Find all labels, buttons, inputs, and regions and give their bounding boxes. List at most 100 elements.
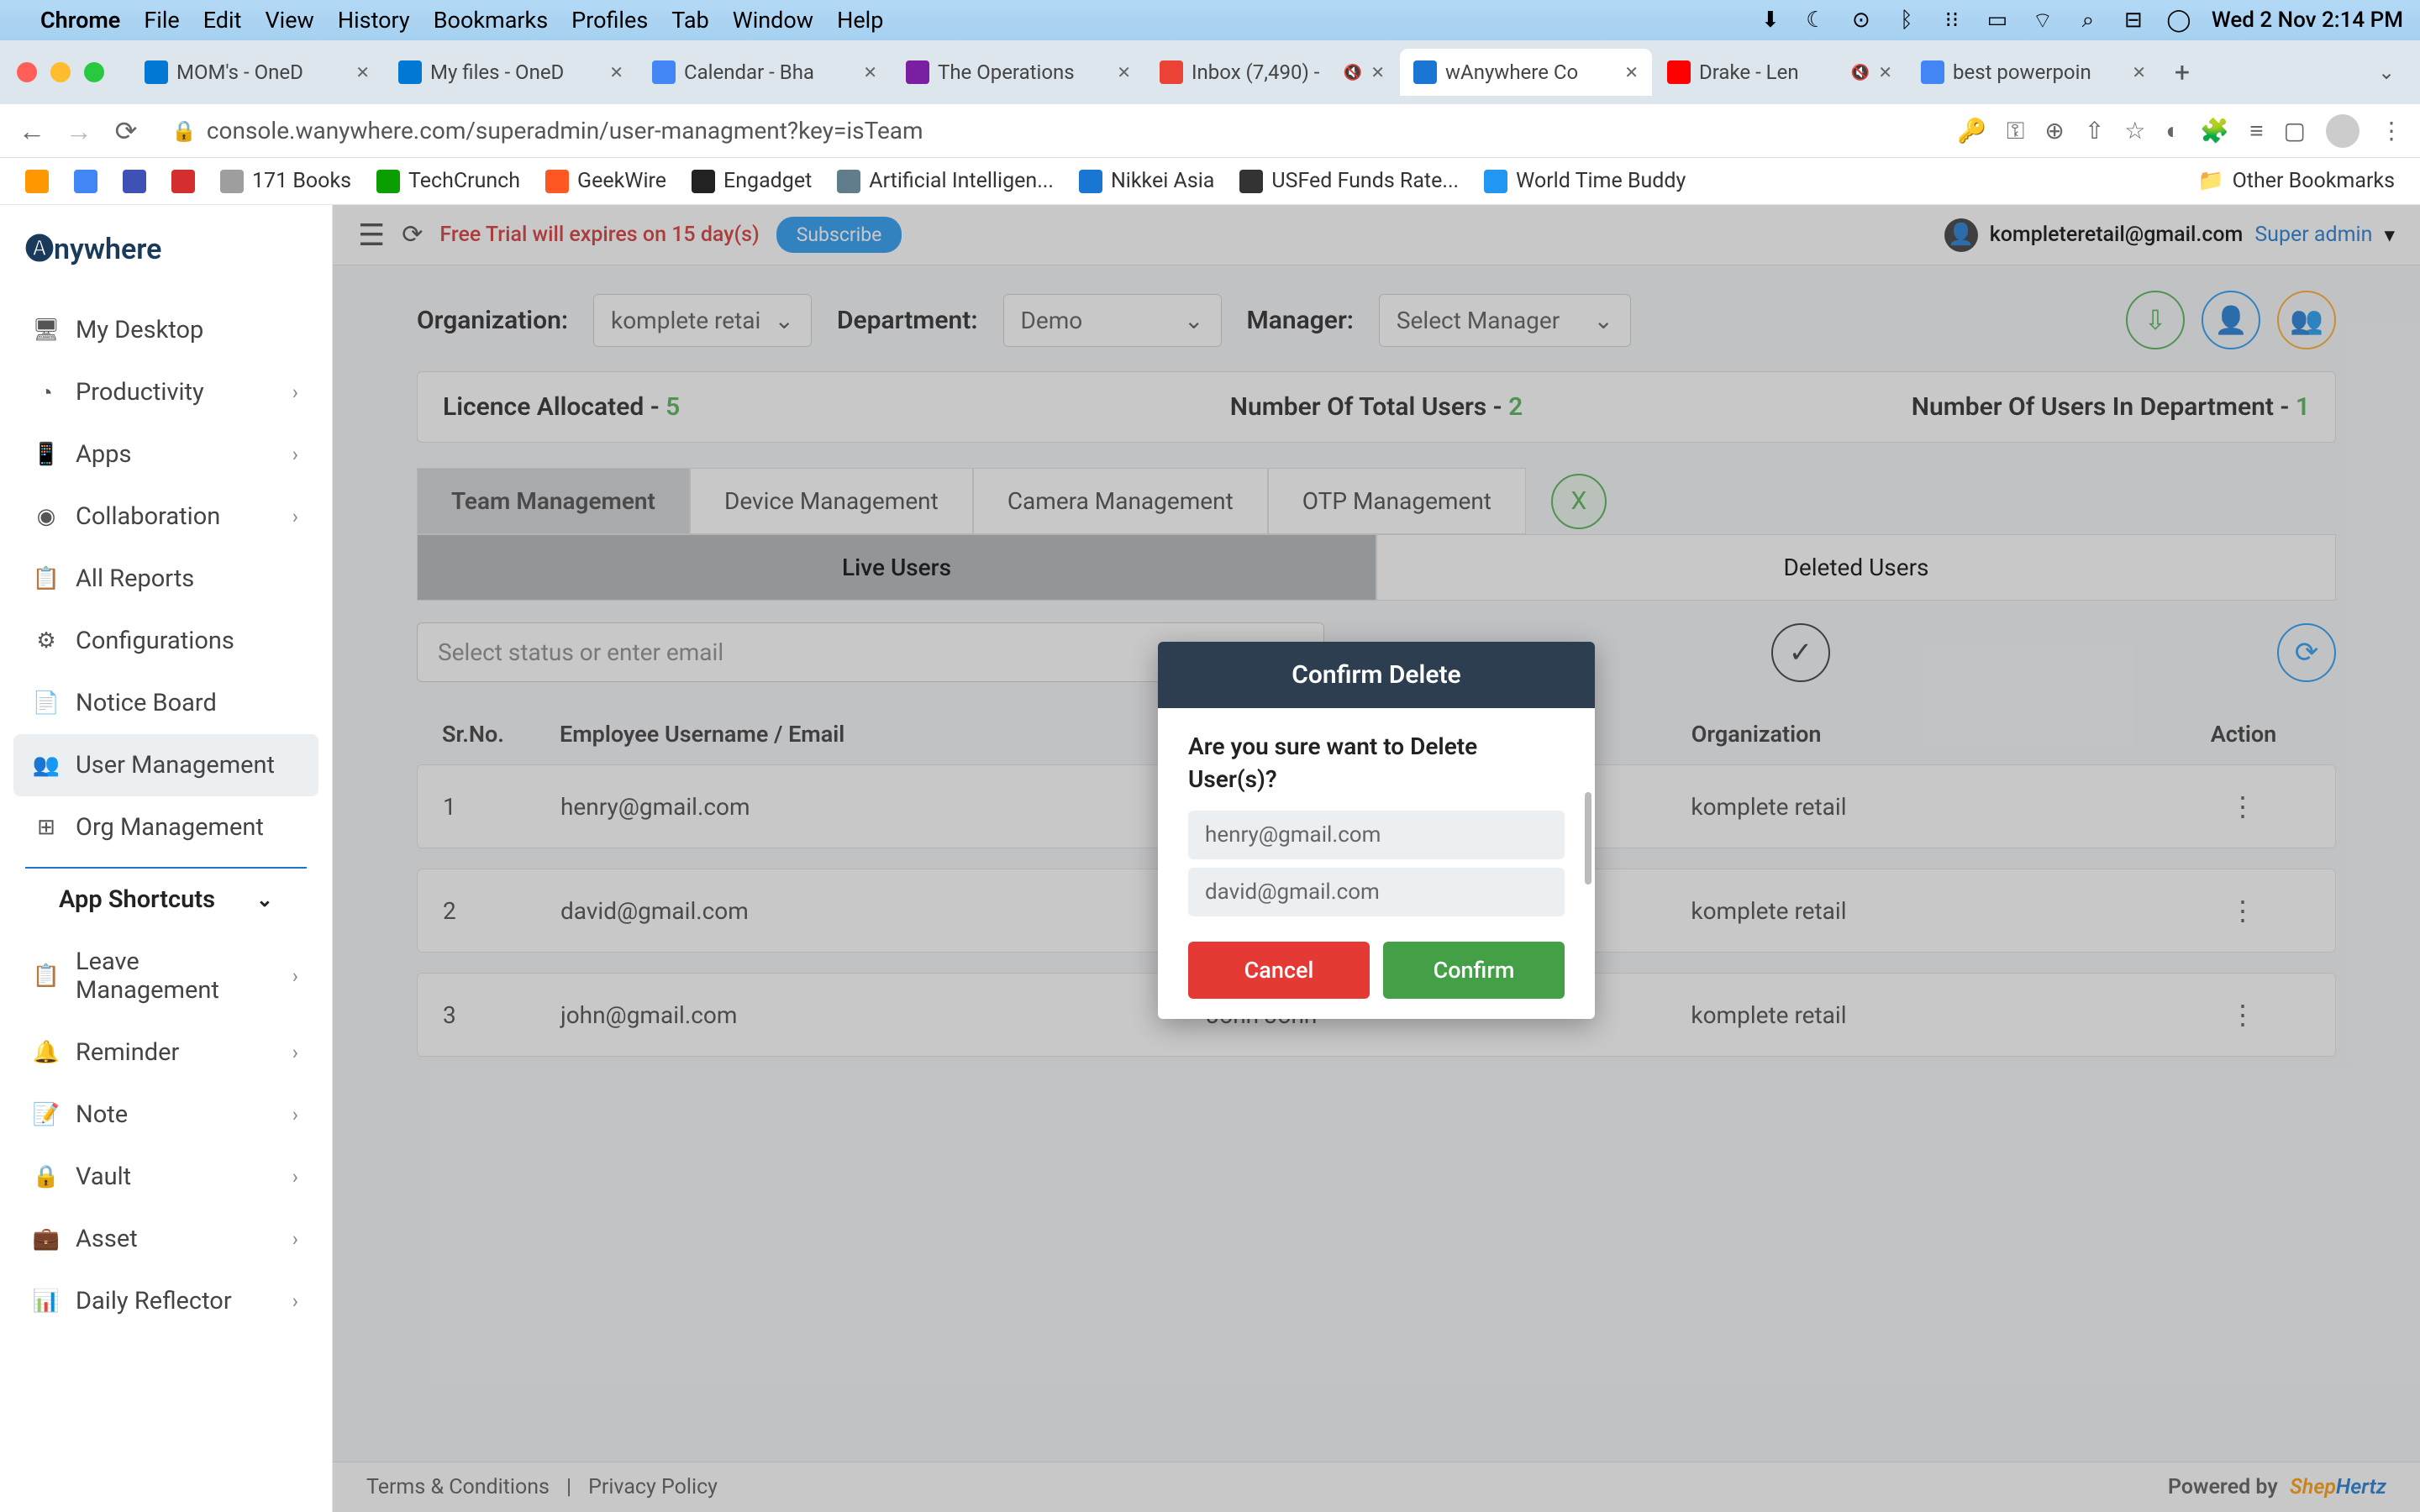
- tab-close-icon[interactable]: ✕: [1370, 62, 1385, 82]
- chrome-menu-icon[interactable]: ⋮: [2380, 117, 2403, 144]
- note-icon: 📝: [34, 1102, 59, 1127]
- new-tab-button[interactable]: +: [2161, 56, 2203, 88]
- sidebar-section-app-shortcuts[interactable]: App Shortcuts⌄: [25, 867, 307, 931]
- bookmark-item[interactable]: Nikkei Asia: [1079, 169, 1214, 193]
- bookmark-favicon-icon: [123, 170, 146, 193]
- menu-tab[interactable]: Tab: [671, 7, 708, 34]
- sidebar-item-reminder[interactable]: 🔔Reminder›: [0, 1021, 332, 1084]
- bluetooth-icon[interactable]: ᛒ: [1894, 8, 1919, 33]
- browser-tab[interactable]: Calendar - Bha✕: [639, 49, 891, 96]
- other-bookmarks[interactable]: 📁 Other Bookmarks: [2197, 169, 2395, 193]
- sidebar-item-org-management[interactable]: ⊞Org Management: [0, 796, 332, 858]
- bookmark-item[interactable]: GeekWire: [545, 169, 666, 193]
- tab-close-icon[interactable]: ✕: [1624, 62, 1639, 82]
- tab-close-icon[interactable]: ✕: [1878, 62, 1892, 82]
- zoom-icon[interactable]: ⊕: [2044, 117, 2064, 144]
- back-button[interactable]: ←: [17, 116, 47, 146]
- bookmark-icon[interactable]: ☆: [2124, 117, 2145, 144]
- translate-icon[interactable]: 🔑: [1957, 117, 1986, 144]
- menubar-appname[interactable]: Chrome: [40, 7, 120, 34]
- confirm-button[interactable]: Confirm: [1383, 942, 1565, 999]
- spotlight-icon[interactable]: ⌕: [2075, 8, 2101, 33]
- bookmark-item[interactable]: [171, 170, 195, 193]
- bookmark-item[interactable]: 171 Books: [220, 169, 351, 193]
- moon-icon[interactable]: ☾: [1803, 8, 1828, 33]
- close-window-icon[interactable]: [17, 62, 37, 82]
- url-field[interactable]: 🔒 console.wanywhere.com/superadmin/user-…: [158, 117, 1940, 144]
- menu-view[interactable]: View: [265, 7, 313, 34]
- tab-close-icon[interactable]: ✕: [863, 62, 877, 82]
- control-center-icon[interactable]: ⊟: [2121, 8, 2146, 33]
- sidebar-item-apps[interactable]: 📱Apps›: [0, 423, 332, 486]
- share-icon[interactable]: ⇧: [2085, 117, 2104, 144]
- sidepanel-icon[interactable]: ▢: [2284, 117, 2306, 144]
- settings-icon[interactable]: ⁝⁝: [1939, 8, 1965, 33]
- menu-edit[interactable]: Edit: [203, 7, 242, 34]
- browser-tab[interactable]: MOM's - OneD ✕: [131, 49, 383, 96]
- sidebar-item-collaboration[interactable]: ◉Collaboration›: [0, 486, 332, 548]
- bookmark-item[interactable]: Engadget: [692, 169, 812, 193]
- browser-tab[interactable]: The Operations✕: [892, 49, 1144, 96]
- speaker-icon[interactable]: 🔇: [1344, 64, 1362, 81]
- tab-title: MOM's - OneD: [176, 60, 347, 84]
- sidebar-item-note[interactable]: 📝Note›: [0, 1084, 332, 1146]
- sidebar-item-productivity[interactable]: ◔Productivity›: [0, 361, 332, 423]
- bookmark-item[interactable]: USFed Funds Rate...: [1239, 169, 1459, 193]
- bookmark-item[interactable]: TechCrunch: [376, 169, 520, 193]
- browser-tab[interactable]: Inbox (7,490) -🔇✕: [1146, 49, 1398, 96]
- sidebar-item-user-management[interactable]: 👥User Management: [13, 734, 318, 796]
- tab-close-icon[interactable]: ✕: [355, 62, 370, 82]
- sidebar-item-my-desktop[interactable]: 🖥My Desktop: [0, 299, 332, 361]
- cancel-button[interactable]: Cancel: [1188, 942, 1370, 999]
- scrollbar[interactable]: [1585, 792, 1591, 885]
- siri-icon[interactable]: ◯: [2166, 8, 2191, 33]
- macos-menubar: Chrome File Edit View History Bookmarks …: [0, 0, 2420, 40]
- minimize-window-icon[interactable]: [50, 62, 71, 82]
- menu-help[interactable]: Help: [837, 7, 883, 34]
- bookmark-item[interactable]: [25, 170, 49, 193]
- browser-tab[interactable]: Drake - Len🔇✕: [1654, 49, 1906, 96]
- browser-tab[interactable]: My files - OneD✕: [385, 49, 637, 96]
- bookmark-label: 171 Books: [252, 169, 351, 193]
- bookmark-item[interactable]: World Time Buddy: [1484, 169, 1686, 193]
- sidebar-item-notice-board[interactable]: 📄Notice Board: [0, 672, 332, 734]
- menubar-datetime[interactable]: Wed 2 Nov 2:14 PM: [2212, 8, 2403, 33]
- bookmark-favicon-icon: [74, 170, 97, 193]
- bookmark-item[interactable]: Artificial Intelligen...: [837, 169, 1054, 193]
- menu-profiles[interactable]: Profiles: [571, 7, 648, 34]
- play-icon[interactable]: ⊙: [1849, 8, 1874, 33]
- tab-close-icon[interactable]: ✕: [609, 62, 623, 82]
- password-icon[interactable]: ⚿: [2007, 117, 2024, 145]
- speaker-icon[interactable]: 🔇: [1851, 64, 1870, 81]
- browser-tab[interactable]: best powerpoin✕: [1907, 49, 2160, 96]
- tab-close-icon[interactable]: ✕: [1117, 62, 1131, 82]
- menu-history[interactable]: History: [338, 7, 410, 34]
- menu-file[interactable]: File: [144, 7, 179, 34]
- extensions-icon[interactable]: 🧩: [2200, 117, 2229, 144]
- reload-button[interactable]: ⟳: [111, 116, 141, 146]
- wifi-icon[interactable]: ⌔: [2030, 8, 2055, 33]
- dropbox-icon[interactable]: ⬇: [1758, 8, 1783, 33]
- asset-icon: 💼: [34, 1226, 59, 1252]
- sidebar-item-asset[interactable]: 💼Asset›: [0, 1208, 332, 1270]
- bookmark-item[interactable]: [74, 170, 97, 193]
- profile-avatar-icon[interactable]: [2326, 114, 2360, 148]
- tab-close-icon[interactable]: ✕: [2132, 62, 2146, 82]
- browser-tab-active[interactable]: wAnywhere Co✕: [1400, 49, 1652, 96]
- sidebar-item-daily-reflector[interactable]: 📊Daily Reflector›: [0, 1270, 332, 1332]
- favicon-icon: [145, 60, 168, 84]
- extension-icon[interactable]: ◐: [2165, 117, 2180, 144]
- maximize-window-icon[interactable]: [84, 62, 104, 82]
- modal-backdrop[interactable]: Confirm Delete Are you sure want to Dele…: [333, 205, 2420, 1512]
- tab-overflow-icon[interactable]: ⌄: [2370, 60, 2403, 84]
- app-logo[interactable]: 🅐nywhere: [0, 222, 332, 299]
- sidebar-item-vault[interactable]: 🔒Vault›: [0, 1146, 332, 1208]
- menu-window[interactable]: Window: [733, 7, 813, 34]
- menu-bookmarks[interactable]: Bookmarks: [434, 7, 548, 34]
- bookmark-item[interactable]: [123, 170, 146, 193]
- sidebar-item-reports[interactable]: 📋All Reports: [0, 548, 332, 610]
- sidebar-item-leave-management[interactable]: 📋Leave Management›: [0, 931, 332, 1021]
- sidebar-item-configurations[interactable]: ⚙Configurations: [0, 610, 332, 672]
- battery-icon[interactable]: ▭: [1985, 8, 2010, 33]
- reading-list-icon[interactable]: ≡: [2249, 117, 2263, 144]
